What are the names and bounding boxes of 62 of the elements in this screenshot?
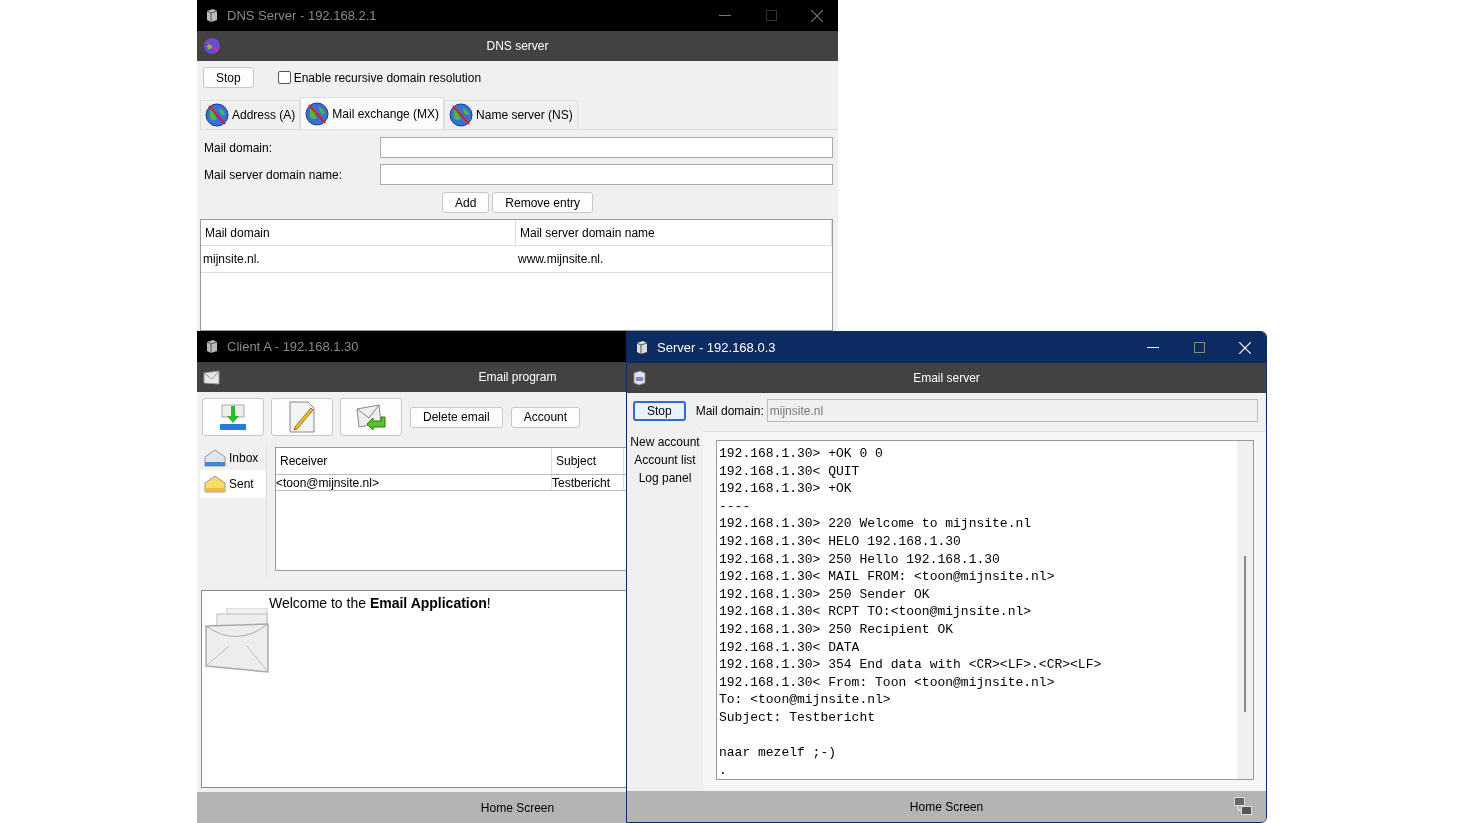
table-cell: Testbericht: [552, 475, 624, 490]
minimize-icon: [1147, 346, 1159, 349]
checkbox-label: Enable recursive domain resolution: [293, 70, 482, 85]
record-tab[interactable]: Mail exchange (MX): [300, 97, 445, 129]
stop-button[interactable]: Stop: [203, 67, 254, 88]
envelope-arrow-icon: [355, 403, 387, 431]
app-icon: [635, 340, 648, 355]
nav-link[interactable]: Log panel: [638, 469, 692, 487]
input-field[interactable]: [380, 164, 833, 185]
close-icon: [811, 9, 823, 22]
globe-icon: [305, 101, 330, 126]
action-button[interactable]: Add: [441, 192, 490, 213]
app-icon: [205, 8, 218, 23]
envelope-icon: [203, 369, 220, 385]
nav-link[interactable]: Account list: [634, 451, 696, 469]
nav-link[interactable]: New account: [630, 433, 700, 451]
toolbar-button[interactable]: Account: [510, 406, 581, 428]
window-title: DNS Server - 192.168.2.1: [227, 8, 377, 23]
action-button[interactable]: Remove entry: [492, 192, 594, 213]
globe-icon: [205, 103, 229, 127]
maximize-icon: [765, 10, 777, 21]
app-icon: [205, 339, 218, 354]
scrollbar[interactable]: [1237, 441, 1253, 779]
table-cell: <toon@mijnsite.nl>: [276, 475, 552, 490]
table-cell-text: www.mijnsite.nl.: [517, 251, 605, 268]
welcome-text: Welcome to the Email Application!: [269, 595, 491, 613]
maximize-icon: [1193, 342, 1205, 353]
globe-icon: [449, 103, 474, 127]
compose-button[interactable]: [271, 398, 333, 436]
header-title: Email program: [478, 370, 557, 384]
envelope-stack-drawing: [205, 608, 269, 676]
field-label: Mail server domain name:: [204, 167, 344, 182]
column-header[interactable]: Subject: [552, 448, 624, 474]
input-field[interactable]: [380, 137, 833, 158]
server-icon: [633, 370, 646, 386]
table-cell-text: mijnsite.nl.: [202, 251, 261, 268]
window-title: Client A - 192.168.1.30: [227, 339, 359, 354]
stop-button[interactable]: Stop: [633, 400, 686, 421]
column-header[interactable]: Mail domain: [201, 220, 516, 245]
log-text: 192.168.1.30> +OK 0 0 192.168.1.30< QUIT 192.168.1.30> +OK ---- 192.168.1.30> 220 Welcome to mijnsite.nl 192.168.1.30< HELO 192.168.1.30 192.168.1.30> 250 Hello 192.168.1.30 192.168.1.30< MAIL FROM: <toon@mijnsite.nl> 192.168.1.30> 250 Sender OK 192.168.1.30< RCPT TO:<toon@mijnsite.nl> 192.168.1.30> 250 Recipient OK 192.168.1.30< DATA 192.168.1.30> 354 End data with <CR><LF>.<CR><LF> 192.168.1.30< From: Toon <toon@mijnsite.nl> To: <toon@mijnsite.nl> Subject: Testbericht naar mezelf ;-) .: [718, 445, 1103, 779]
pencil-document-icon: [287, 401, 317, 433]
globe-icon: [203, 37, 221, 55]
folder-item[interactable]: Sent: [200, 470, 266, 498]
window-title: Server - 192.168.0.3: [657, 340, 776, 355]
column-header[interactable]: Receiver: [276, 448, 552, 474]
record-tab[interactable]: Name server (NS): [444, 100, 578, 129]
field-label: Mail domain:: [695, 403, 764, 418]
column-header[interactable]: Mail server domain name: [516, 220, 832, 245]
status-text: Home Screen: [480, 800, 555, 815]
toolbar-button[interactable]: Delete email: [410, 406, 503, 428]
download-mail-icon: [218, 402, 248, 432]
field-label: Mail domain:: [204, 140, 274, 155]
status-text: Home Screen: [909, 799, 984, 814]
close-icon: [1239, 341, 1251, 354]
header-title: Email server: [913, 371, 980, 385]
recursive-checkbox[interactable]: [277, 71, 291, 84]
reply-button[interactable]: [340, 398, 402, 436]
network-icon[interactable]: [1234, 797, 1252, 815]
minimize-icon: [719, 14, 731, 17]
receive-mail-button[interactable]: [202, 398, 264, 436]
record-tab[interactable]: Address (A): [200, 100, 301, 129]
header-title: DNS server: [486, 39, 549, 53]
